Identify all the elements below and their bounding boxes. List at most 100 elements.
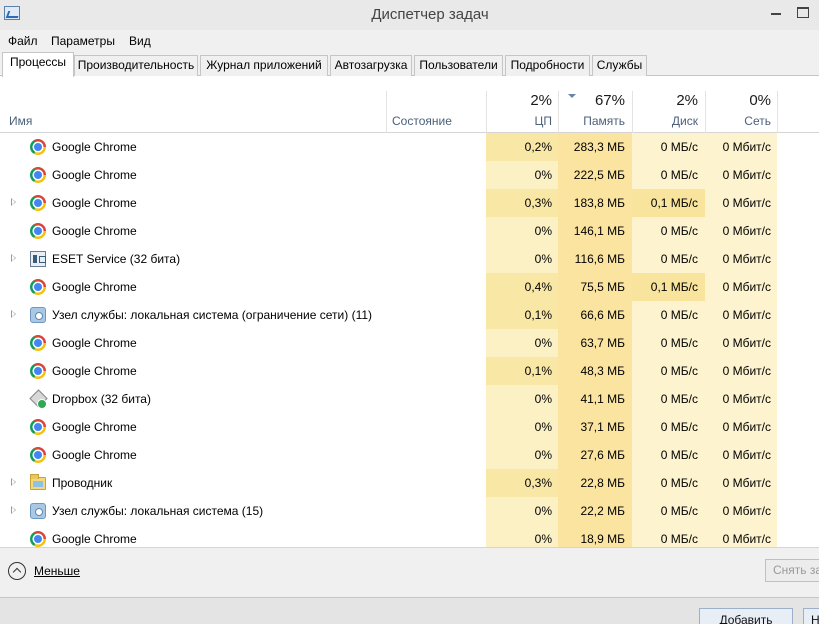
chrome-icon [30, 195, 46, 211]
memory-total-percent[interactable]: 67% [558, 92, 625, 109]
expand-arrow-icon[interactable] [11, 478, 16, 486]
process-name: Google Chrome [52, 196, 137, 210]
process-cpu: 0,2% [524, 140, 552, 154]
process-cpu: 0% [534, 504, 552, 518]
column-header-status[interactable]: Состояние [392, 114, 452, 128]
process-row[interactable]: Узел службы: локальная система (ограниче… [0, 301, 819, 329]
process-cpu: 0% [534, 420, 552, 434]
expand-arrow-icon[interactable] [11, 506, 16, 514]
chrome-icon [30, 419, 46, 435]
process-network: 0 Мбит/с [722, 140, 771, 154]
process-network: 0 Мбит/с [722, 168, 771, 182]
chrome-icon [30, 139, 46, 155]
process-network: 0 Мбит/с [722, 504, 771, 518]
tab-performance[interactable]: Производительность [74, 55, 198, 76]
process-cpu: 0,3% [524, 476, 552, 490]
tab-startup[interactable]: Автозагрузка [330, 55, 412, 76]
process-network: 0 Мбит/с [722, 196, 771, 210]
add-button[interactable]: Добавить [699, 608, 793, 624]
process-row[interactable]: Google Chrome 0% 18,9 МБ 0 МБ/с 0 Мбит/с [0, 525, 819, 547]
process-row[interactable]: Google Chrome 0% 63,7 МБ 0 МБ/с 0 Мбит/с [0, 329, 819, 357]
process-row[interactable]: Google Chrome 0,2% 283,3 МБ 0 МБ/с 0 Мбит/с [0, 133, 819, 161]
next-button[interactable]: Н [803, 608, 819, 624]
dropbox-icon [30, 391, 47, 409]
process-cpu: 0% [534, 448, 552, 462]
process-row[interactable]: Google Chrome 0% 146,1 МБ 0 МБ/с 0 Мбит/с [0, 217, 819, 245]
gear-icon [30, 307, 46, 323]
process-row[interactable]: Google Chrome 0% 222,5 МБ 0 МБ/с 0 Мбит/с [0, 161, 819, 189]
process-disk: 0 МБ/с [660, 420, 698, 434]
column-header-cpu[interactable]: ЦП [486, 114, 552, 128]
folder-icon [30, 474, 46, 490]
expand-arrow-icon[interactable] [11, 198, 16, 206]
process-row[interactable]: Google Chrome 0% 27,6 МБ 0 МБ/с 0 Мбит/с [0, 441, 819, 469]
disk-total-percent[interactable]: 2% [632, 92, 698, 109]
chrome-icon [30, 279, 46, 295]
process-row[interactable]: Google Chrome 0,4% 75,5 МБ 0,1 МБ/с 0 Мбит/с [0, 273, 819, 301]
process-memory: 22,8 МБ [580, 476, 625, 490]
menu-view[interactable]: Вид [129, 34, 151, 48]
process-disk: 0 МБ/с [660, 504, 698, 518]
network-total-percent[interactable]: 0% [705, 92, 771, 109]
process-name: Google Chrome [52, 364, 137, 378]
tab-processes[interactable]: Процессы [2, 52, 74, 77]
process-disk: 0 МБ/с [660, 392, 698, 406]
collapse-up-icon [8, 562, 26, 580]
process-name: Проводник [52, 476, 113, 490]
process-network: 0 Мбит/с [722, 476, 771, 490]
process-row[interactable]: Проводник 0,3% 22,8 МБ 0 МБ/с 0 Мбит/с [0, 469, 819, 497]
process-network: 0 Мбит/с [722, 336, 771, 350]
end-task-button[interactable]: Снять задачу [765, 559, 819, 582]
process-network: 0 Мбит/с [722, 280, 771, 294]
cpu-total-percent[interactable]: 2% [486, 92, 552, 109]
minimize-icon[interactable] [770, 4, 784, 18]
footer-bar: Меньше Снять задачу [0, 547, 819, 597]
maximize-icon[interactable] [796, 4, 810, 18]
process-memory: 146,1 МБ [573, 224, 625, 238]
process-cpu: 0,4% [524, 280, 552, 294]
process-memory: 75,5 МБ [580, 280, 625, 294]
process-rows: Google Chrome 0,2% 283,3 МБ 0 МБ/с 0 Мбит/с G… [0, 133, 819, 547]
column-header-memory[interactable]: Память [558, 114, 625, 128]
window-title: Диспетчер задач [371, 6, 489, 23]
process-disk: 0 МБ/с [660, 336, 698, 350]
process-cpu: 0% [534, 168, 552, 182]
column-header-disk[interactable]: Диск [632, 114, 698, 128]
process-row[interactable]: Google Chrome 0% 37,1 МБ 0 МБ/с 0 Мбит/с [0, 413, 819, 441]
process-row[interactable]: ESET Service (32 бита) 0% 116,6 МБ 0 МБ/с 0 … [0, 245, 819, 273]
process-name: Google Chrome [52, 168, 137, 182]
column-header-name[interactable]: Имя [9, 114, 32, 128]
process-row[interactable]: Dropbox (32 бита) 0% 41,1 МБ 0 МБ/с 0 Мбит/с [0, 385, 819, 413]
process-disk: 0 МБ/с [660, 532, 698, 546]
chrome-icon [30, 363, 46, 379]
expand-arrow-icon[interactable] [11, 254, 16, 262]
tab-details[interactable]: Подробности [505, 55, 590, 76]
process-name: Google Chrome [52, 532, 137, 546]
process-name: Google Chrome [52, 224, 137, 238]
process-disk: 0 МБ/с [660, 448, 698, 462]
process-name: Dropbox (32 бита) [52, 392, 151, 406]
process-name: ESET Service (32 бита) [52, 252, 181, 266]
process-name: Google Chrome [52, 140, 137, 154]
menu-file[interactable]: Файл [8, 34, 38, 48]
eset-icon [30, 251, 46, 267]
column-header-network[interactable]: Сеть [705, 114, 771, 128]
process-network: 0 Мбит/с [722, 252, 771, 266]
process-row[interactable]: Google Chrome 0,3% 183,8 МБ 0,1 МБ/с 0 Мбит/… [0, 189, 819, 217]
expand-arrow-icon[interactable] [11, 310, 16, 318]
tab-services[interactable]: Службы [592, 55, 647, 76]
title-bar[interactable]: Диспетчер задач [0, 0, 819, 30]
process-row[interactable]: Узел службы: локальная система (15) 0% 22,… [0, 497, 819, 525]
menu-options[interactable]: Параметры [51, 34, 115, 48]
process-network: 0 Мбит/с [722, 448, 771, 462]
process-memory: 41,1 МБ [580, 392, 625, 406]
process-memory: 283,3 МБ [573, 140, 625, 154]
process-memory: 37,1 МБ [580, 420, 625, 434]
fewer-details-button[interactable]: Меньше [8, 561, 88, 583]
process-row[interactable]: Google Chrome 0,1% 48,3 МБ 0 МБ/с 0 Мбит/с [0, 357, 819, 385]
process-disk: 0 МБ/с [660, 252, 698, 266]
tab-users[interactable]: Пользователи [414, 55, 503, 76]
process-list-panel: Имя Состояние 2% ЦП 67% Память 2% Диск 0… [0, 76, 819, 547]
tab-app-history[interactable]: Журнал приложений [200, 55, 328, 76]
process-network: 0 Мбит/с [722, 532, 771, 546]
